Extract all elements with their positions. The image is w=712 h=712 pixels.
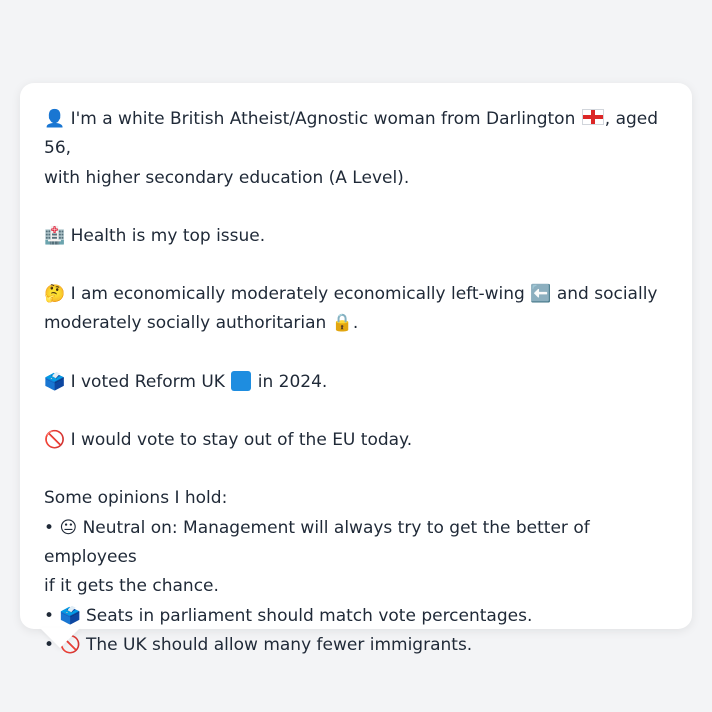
person-icon: 👤 <box>44 109 66 129</box>
eu-paragraph: 🚫 I would vote to stay out of the EU tod… <box>44 426 668 455</box>
politics-line-2: moderately socially authoritarian 🔒. <box>44 309 668 338</box>
politics-period: . <box>352 313 359 334</box>
opinion-text: The UK should allow many fewer immigrant… <box>86 634 473 655</box>
intro-line-1: 👤 I'm a white British Atheist/Agnostic w… <box>44 105 668 164</box>
ballot-box-icon: 🗳️ <box>59 605 81 626</box>
economic-position-text: I am economically moderately economicall… <box>70 284 525 305</box>
opinion-item: • 🗳️ Seats in parliament should match vo… <box>44 602 668 631</box>
opinion-item: • 🚫 The UK should allow many fewer immig… <box>44 631 668 660</box>
vote-text: I voted Reform UK <box>70 371 225 392</box>
vote-year-text: in 2024. <box>257 371 328 392</box>
intro-education-text: with higher secondary education (A Level… <box>44 167 410 188</box>
opinion-text: Seats in parliament should match vote pe… <box>86 605 533 626</box>
intro-paragraph: 👤 I'm a white British Atheist/Agnostic w… <box>44 105 668 193</box>
left-arrow-icon: ⬅️ <box>530 284 552 305</box>
thinking-face-icon: 🤔 <box>44 284 66 305</box>
reform-uk-blue-square-icon <box>231 370 252 391</box>
lock-icon: 🔒 <box>331 313 353 334</box>
intro-text: I'm a white British Atheist/Agnostic wom… <box>70 109 576 129</box>
opinions-paragraph: Some opinions I hold: • 😐 Neutral on: Ma… <box>44 484 668 660</box>
profile-message-bubble: 👤 I'm a white British Atheist/Agnostic w… <box>20 83 692 655</box>
neutral-face-icon: 😐 <box>59 517 78 538</box>
issue-paragraph: 🏥 Health is my top issue. <box>44 222 668 251</box>
issue-text: Health is my top issue. <box>70 225 266 246</box>
hospital-icon: 🏥 <box>44 225 66 246</box>
social-label-text: and socially <box>556 284 658 305</box>
opinion-text: Neutral on: Management will always try t… <box>44 517 590 567</box>
politics-paragraph: 🤔 I am economically moderately economica… <box>44 280 668 339</box>
bullet: • <box>44 517 55 538</box>
vote-paragraph: 🗳️ I voted Reform UK in 2024. <box>44 368 668 397</box>
ballot-box-icon: 🗳️ <box>44 371 66 392</box>
opinions-heading: Some opinions I hold: <box>44 488 228 509</box>
opinion-item: • 😐 Neutral on: Management will always t… <box>44 514 668 573</box>
eu-text: I would vote to stay out of the EU today… <box>70 430 413 451</box>
opinion-text-continued: if it gets the chance. <box>44 576 219 597</box>
politics-line-1: 🤔 I am economically moderately economica… <box>44 280 668 309</box>
prohibited-icon: 🚫 <box>44 430 66 451</box>
bullet: • <box>44 605 55 626</box>
bubble-tail <box>40 628 80 648</box>
england-flag-icon <box>581 109 604 125</box>
social-position-text: moderately socially authoritarian <box>44 313 327 334</box>
